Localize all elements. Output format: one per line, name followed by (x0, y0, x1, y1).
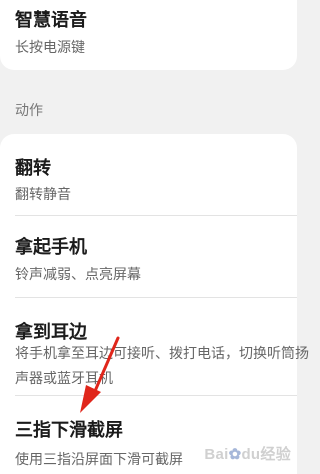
list-item-title: 拿到耳边 (15, 322, 87, 343)
paw-icon: ✿ (228, 446, 242, 463)
list-item-raise-to-ear[interactable]: 拿到耳边 将手机拿至耳边可接听、拨打电话，切换听筒扬声器或蓝牙耳机 (0, 298, 309, 394)
list-item-subtitle: 将手机拿至耳边可接听、拨打电话，切换听筒扬声器或蓝牙耳机 (15, 346, 309, 387)
list-item-subtitle: 铃声减弱、点亮屏幕 (15, 267, 141, 283)
list-item-title: 拿起手机 (15, 237, 87, 258)
list-item-subtitle: 使用三指沿屏面下滑可截屏 (15, 452, 183, 468)
baidu-watermark: Bai✿du经验 (204, 446, 291, 463)
list-item-title: 翻转 (15, 158, 51, 179)
list-item-title: 三指下滑截屏 (15, 420, 123, 441)
smart-voice-card[interactable]: 智慧语音 长按电源键 (0, 0, 297, 70)
actions-card: 翻转 翻转静音 拿起手机 铃声减弱、点亮屏幕 拿到耳边 将手机拿至耳边可接听、拨… (0, 134, 309, 474)
list-item-pick-up[interactable]: 拿起手机 铃声减弱、点亮屏幕 (0, 216, 297, 296)
list-item-subtitle: 翻转静音 (15, 187, 71, 203)
smart-voice-title: 智慧语音 (15, 10, 87, 31)
section-header-actions: 动作 (15, 103, 43, 119)
list-item-flip[interactable]: 翻转 翻转静音 (0, 134, 297, 214)
smart-voice-subtitle: 长按电源键 (15, 40, 85, 56)
